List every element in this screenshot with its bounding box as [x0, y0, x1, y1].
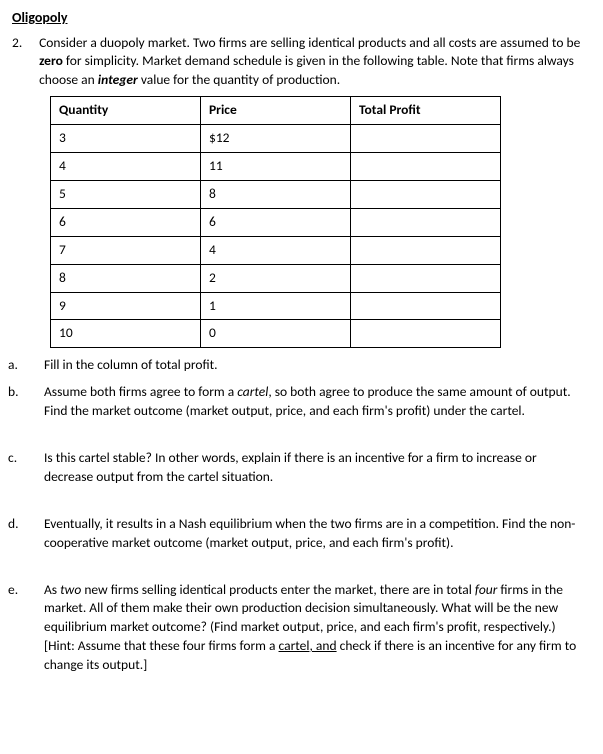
cell-quantity: 7 [51, 236, 201, 264]
cell-price: $12 [201, 125, 351, 153]
sub-question-b: b.Assume both firms agree to form a cart… [12, 383, 583, 421]
sub-label: d. [26, 515, 44, 534]
sub-label: e. [26, 581, 44, 600]
cell-total-profit [351, 153, 501, 181]
cell-quantity: 10 [51, 320, 201, 348]
col-header-price: Price [201, 97, 351, 125]
cell-total-profit [351, 292, 501, 320]
table-row: 100 [51, 320, 501, 348]
demand-table: Quantity Price Total Profit 3$12 411 58 … [50, 96, 501, 348]
question-block: 2. Consider a duopoly market. Two firms … [12, 34, 583, 97]
cell-quantity: 5 [51, 180, 201, 208]
cell-price: 1 [201, 292, 351, 320]
sub-e-t1: As [44, 581, 60, 598]
col-header-total-profit: Total Profit [351, 97, 501, 125]
table-row: 82 [51, 264, 501, 292]
cell-quantity: 3 [51, 125, 201, 153]
table-row: 74 [51, 236, 501, 264]
sub-label: c. [26, 449, 44, 468]
sub-a-text: Fill in the column of total profit. [44, 356, 218, 373]
sub-b-cartel: cartel [237, 383, 268, 400]
cell-total-profit [351, 320, 501, 348]
table-row: 66 [51, 208, 501, 236]
intro-text-3: value for the quantity of production. [138, 71, 340, 88]
cell-quantity: 8 [51, 264, 201, 292]
col-header-quantity: Quantity [51, 97, 201, 125]
sub-label: b. [26, 383, 44, 402]
cell-total-profit [351, 125, 501, 153]
sub-question-c: c.Is this cartel stable? In other words,… [12, 449, 583, 487]
table-row: 58 [51, 180, 501, 208]
intro-text-1: Consider a duopoly market. Two firms are… [39, 34, 580, 51]
sub-e-four: four [475, 581, 497, 598]
question-intro: Consider a duopoly market. Two firms are… [39, 34, 582, 91]
cell-total-profit [351, 236, 501, 264]
table-header-row: Quantity Price Total Profit [51, 97, 501, 125]
cell-price: 11 [201, 153, 351, 181]
cell-total-profit [351, 208, 501, 236]
cell-price: 8 [201, 180, 351, 208]
question-number: 2. [12, 34, 36, 53]
sub-question-d: d.Eventually, it results in a Nash equil… [12, 515, 583, 553]
table-row: 91 [51, 292, 501, 320]
sub-c-text: Is this cartel stable? In other words, e… [44, 449, 537, 485]
sub-b-t1: Assume both firms agree to form a [44, 383, 237, 400]
cell-price: 6 [201, 208, 351, 236]
intro-zero: zero [39, 52, 63, 69]
cell-price: 0 [201, 320, 351, 348]
cell-total-profit [351, 264, 501, 292]
table-row: 3$12 [51, 125, 501, 153]
cell-price: 2 [201, 264, 351, 292]
sub-d-text: Eventually, it results in a Nash equilib… [44, 515, 575, 551]
sub-question-e: e.As two new firms selling identical pro… [12, 581, 583, 675]
cell-quantity: 9 [51, 292, 201, 320]
sub-e-two: two [60, 581, 81, 598]
sub-e-cartel-and: cartel, and [279, 637, 337, 654]
section-header: Oligopoly [12, 8, 583, 28]
sub-question-a: a.Fill in the column of total profit. [12, 356, 583, 375]
sub-label: a. [26, 356, 44, 375]
cell-price: 4 [201, 236, 351, 264]
cell-total-profit [351, 180, 501, 208]
table-row: 411 [51, 153, 501, 181]
cell-quantity: 4 [51, 153, 201, 181]
cell-quantity: 6 [51, 208, 201, 236]
sub-e-t2: new firms selling identical products ent… [81, 581, 475, 598]
intro-integer: integer [98, 71, 138, 88]
